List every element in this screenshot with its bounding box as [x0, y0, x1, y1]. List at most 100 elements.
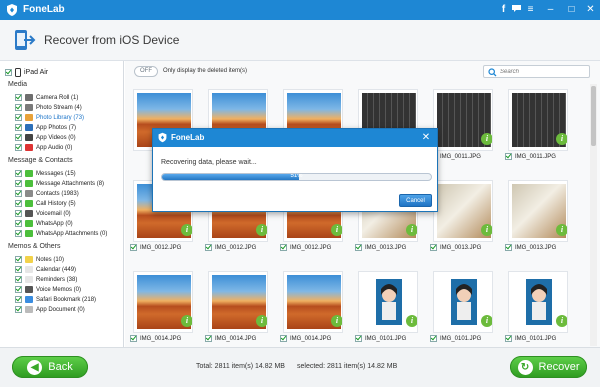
sidebar-item-checkbox[interactable] — [15, 230, 22, 237]
cancel-button[interactable]: Cancel — [399, 194, 432, 207]
photo-item[interactable]: i IMG_0101.JPG — [505, 271, 569, 355]
facebook-icon[interactable]: f — [497, 3, 510, 16]
sidebar-item-checkbox[interactable] — [15, 114, 22, 121]
sidebar-item[interactable]: Voicemail (0) — [15, 209, 71, 218]
sidebar-item-checkbox[interactable] — [15, 134, 22, 141]
photo-item[interactable]: i IMG_0014.JPG — [280, 271, 344, 355]
sidebar-item[interactable]: Photo Library (73) — [15, 113, 84, 122]
info-icon[interactable]: i — [406, 315, 417, 327]
sidebar-item[interactable]: Photo Stream (4) — [15, 103, 82, 112]
info-icon[interactable]: i — [331, 224, 342, 236]
sidebar-item[interactable]: App Audio (0) — [15, 143, 72, 152]
sidebar-item-checkbox[interactable] — [15, 144, 22, 151]
sidebar-item-checkbox[interactable] — [15, 220, 22, 227]
photo-checkbox[interactable] — [205, 244, 212, 251]
sidebar-item-checkbox[interactable] — [15, 256, 22, 263]
sidebar-item[interactable]: Messages (15) — [15, 169, 76, 178]
photo-item[interactable]: i IMG_0014.JPG — [205, 271, 269, 355]
sidebar-item-checkbox[interactable] — [15, 94, 22, 101]
photo-item[interactable]: i IMG_0101.JPG — [355, 271, 419, 355]
photo-item[interactable]: i IMG_0014.JPG — [130, 271, 194, 355]
sidebar-item[interactable]: Message Attachments (8) — [15, 179, 104, 188]
scrollbar-thumb[interactable] — [591, 86, 596, 146]
photo-item[interactable]: i IMG_0013.JPG — [430, 180, 494, 264]
deleted-only-toggle[interactable]: OFF — [134, 66, 158, 77]
sidebar-item[interactable]: App Photos (7) — [15, 123, 76, 132]
info-icon[interactable]: i — [556, 133, 567, 145]
info-icon[interactable]: i — [331, 315, 342, 327]
sidebar-item[interactable]: Voice Memos (0) — [15, 285, 81, 294]
info-icon[interactable]: i — [481, 224, 492, 236]
menu-icon[interactable]: ≡ — [524, 3, 537, 16]
info-icon[interactable]: i — [256, 315, 267, 327]
photo-checkbox[interactable] — [355, 335, 362, 342]
sidebar-item[interactable]: Camera Roll (1) — [15, 93, 78, 102]
recover-button[interactable]: ↻ Recover — [510, 356, 587, 378]
info-icon[interactable]: i — [256, 224, 267, 236]
photo-thumbnail[interactable]: i — [208, 271, 268, 333]
sidebar-item[interactable]: App Videos (0) — [15, 133, 76, 142]
sidebar-item[interactable]: Contacts (1983) — [15, 189, 79, 198]
photo-thumbnail[interactable]: i — [508, 89, 568, 151]
vertical-scrollbar[interactable] — [590, 84, 597, 346]
photo-checkbox[interactable] — [430, 244, 437, 251]
photo-thumbnail[interactable]: i — [433, 89, 493, 151]
info-icon[interactable]: i — [406, 224, 417, 236]
photo-item[interactable]: i IMG_0013.JPG — [505, 180, 569, 264]
photo-checkbox[interactable] — [355, 244, 362, 251]
photo-thumbnail[interactable]: i — [433, 271, 493, 333]
photo-checkbox[interactable] — [430, 335, 437, 342]
sidebar-item[interactable]: Safari Bookmark (218) — [15, 295, 96, 304]
minimize-icon[interactable]: – — [544, 3, 557, 16]
sidebar-item-checkbox[interactable] — [15, 190, 22, 197]
photo-checkbox[interactable] — [130, 244, 137, 251]
photo-checkbox[interactable] — [505, 244, 512, 251]
sidebar-item-checkbox[interactable] — [15, 276, 22, 283]
photo-thumbnail[interactable]: i — [508, 271, 568, 333]
sidebar-item[interactable]: Call History (5) — [15, 199, 76, 208]
photo-thumbnail[interactable]: i — [433, 180, 493, 242]
sidebar-item-checkbox[interactable] — [15, 124, 22, 131]
info-icon[interactable]: i — [181, 224, 192, 236]
device-checkbox[interactable] — [5, 68, 12, 76]
chat-icon[interactable] — [510, 3, 523, 16]
photo-item[interactable]: i IMG_0011.JPG — [430, 89, 494, 173]
close-icon[interactable]: ✕ — [584, 3, 597, 16]
sidebar-item[interactable]: WhatsApp Attachments (0) — [15, 229, 107, 238]
sidebar-item[interactable]: App Document (0) — [15, 305, 85, 314]
sidebar-item[interactable]: Reminders (38) — [15, 275, 77, 284]
photo-thumbnail[interactable]: i — [358, 271, 418, 333]
sidebar-item[interactable]: Notes (10) — [15, 255, 64, 264]
photo-thumbnail[interactable]: i — [133, 271, 193, 333]
sidebar-item[interactable]: WhatsApp (0) — [15, 219, 73, 228]
sidebar-item-checkbox[interactable] — [15, 180, 22, 187]
device-row[interactable]: iPad Air — [5, 67, 48, 77]
sidebar-item-checkbox[interactable] — [15, 170, 22, 177]
sidebar-item[interactable]: Calendar (449) — [15, 265, 76, 274]
info-icon[interactable]: i — [556, 315, 567, 327]
sidebar-item-checkbox[interactable] — [15, 296, 22, 303]
sidebar-item-checkbox[interactable] — [15, 306, 22, 313]
photo-checkbox[interactable] — [505, 153, 512, 160]
maximize-icon[interactable]: □ — [565, 3, 578, 16]
sidebar-item-checkbox[interactable] — [15, 266, 22, 273]
sidebar-item-checkbox[interactable] — [15, 286, 22, 293]
search-input[interactable] — [500, 67, 586, 76]
photo-checkbox[interactable] — [505, 335, 512, 342]
info-icon[interactable]: i — [181, 315, 192, 327]
dialog-close-icon[interactable]: ✕ — [420, 131, 432, 144]
photo-checkbox[interactable] — [205, 335, 212, 342]
photo-thumbnail[interactable]: i — [283, 271, 343, 333]
info-icon[interactable]: i — [481, 133, 492, 145]
info-icon[interactable]: i — [556, 224, 567, 236]
search-box[interactable] — [483, 65, 590, 78]
sidebar-item-checkbox[interactable] — [15, 104, 22, 111]
photo-checkbox[interactable] — [280, 335, 287, 342]
photo-checkbox[interactable] — [280, 244, 287, 251]
photo-checkbox[interactable] — [130, 335, 137, 342]
sidebar-item-checkbox[interactable] — [15, 200, 22, 207]
info-icon[interactable]: i — [481, 315, 492, 327]
back-button[interactable]: ◀ Back — [12, 356, 88, 378]
photo-thumbnail[interactable]: i — [508, 180, 568, 242]
photo-item[interactable]: i IMG_0011.JPG — [505, 89, 569, 173]
